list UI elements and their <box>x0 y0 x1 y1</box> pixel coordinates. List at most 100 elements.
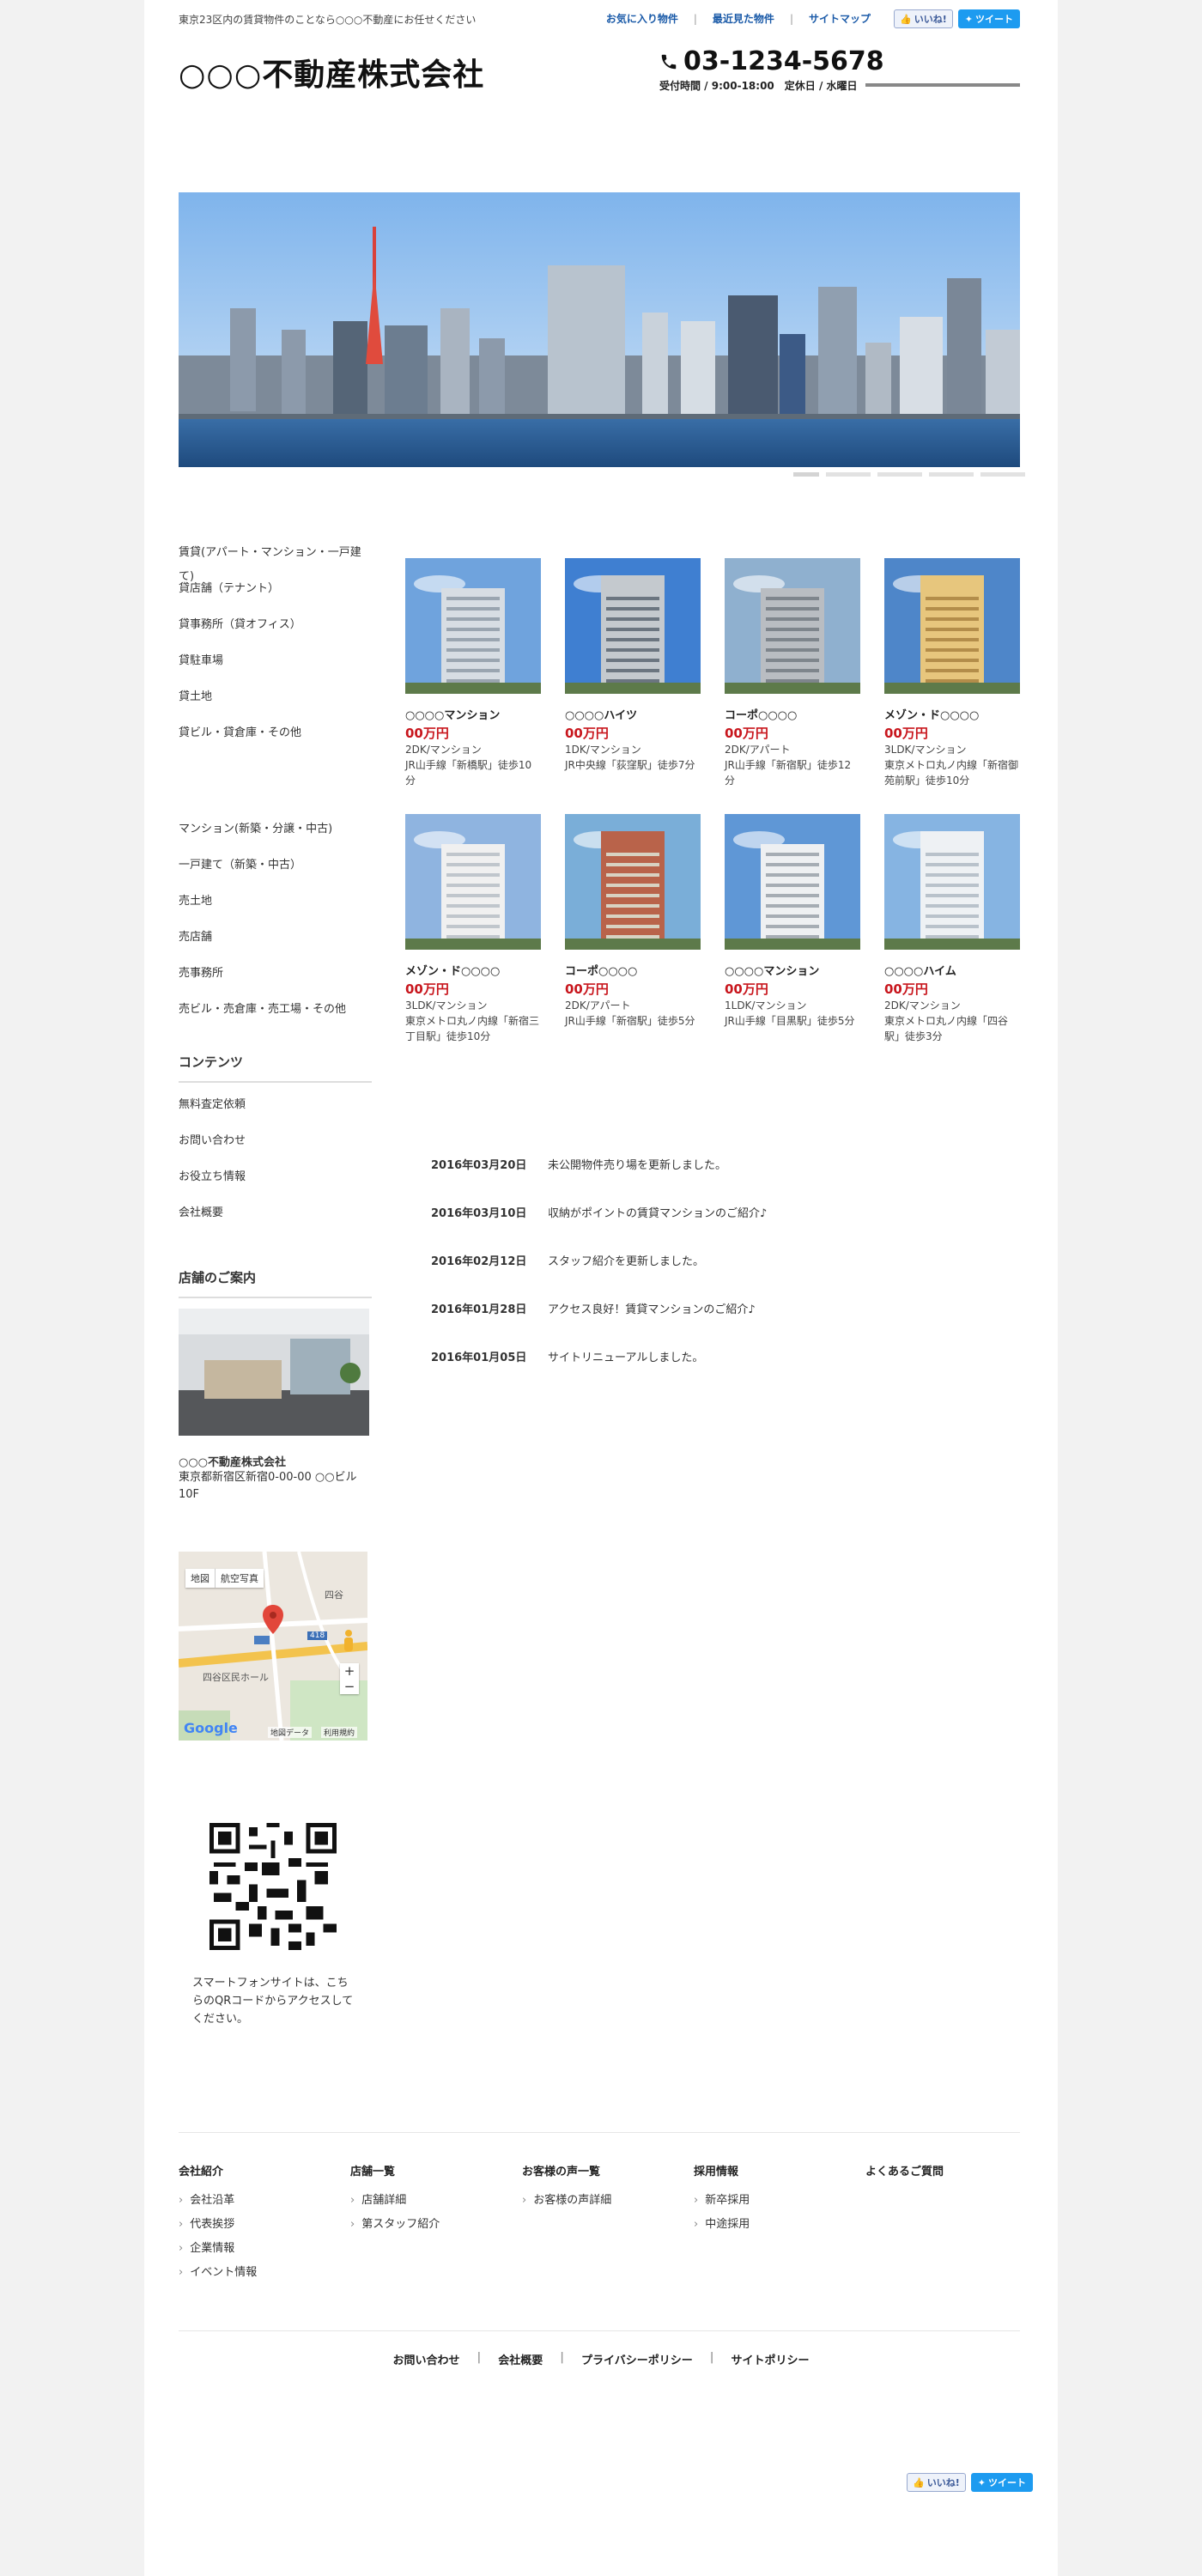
favorites-link[interactable]: お気に入り物件 <box>591 11 694 26</box>
site-logo[interactable]: ○○○不動産株式会社 <box>179 50 484 94</box>
business-hours: 受付時間 / 9:00-18:00 定休日 / 水曜日 <box>659 80 858 92</box>
sidebar-item-rent-land[interactable]: 貸土地 <box>179 685 372 721</box>
site-tagline: 東京23区内の賃貸物件のことなら○○○不動産にお任せください <box>179 14 477 26</box>
sidebar-item-tips[interactable]: お役立ち情報 <box>179 1165 372 1201</box>
property-image[interactable] <box>405 814 541 950</box>
property-image[interactable] <box>884 814 1020 950</box>
slider-dots <box>793 472 1025 477</box>
footer-link[interactable]: 中途採用 <box>694 2215 865 2239</box>
google-map[interactable]: 地図 航空写真 四谷 四谷区民ホール 418 + − Google 地図データ … <box>179 1552 367 1741</box>
map-tab-satellite[interactable]: 航空写真 <box>216 1569 264 1588</box>
sidebar-item-rent-parking[interactable]: 貸駐車場 <box>179 649 372 685</box>
slider-dot[interactable] <box>980 472 1025 477</box>
map-tab-map[interactable]: 地図 <box>185 1569 216 1588</box>
property-card[interactable]: ○○○○ハイム 00万円 2DK/マンション 東京メトロ丸ノ内線「四谷駅」徒歩3分 <box>884 814 1020 1044</box>
property-image[interactable] <box>565 558 701 694</box>
sidebar-item-sale-land[interactable]: 売土地 <box>179 890 372 926</box>
footer-link[interactable]: 第スタッフ紹介 <box>350 2215 522 2239</box>
sidebar-item-sale-mansion[interactable]: マンション(新築・分譲・中古) <box>179 817 372 854</box>
sidebar-item-appraisal[interactable]: 無料査定依頼 <box>179 1093 372 1129</box>
recent-link[interactable]: 最近見た物件 <box>697 11 790 26</box>
header-social: 👍 いいね! ✦ ツイート <box>894 9 1020 28</box>
sidebar-item-sale-store[interactable]: 売店舗 <box>179 926 372 962</box>
map-label-hall: 四谷区民ホール <box>203 1672 269 1683</box>
sidebar-item-sale-office[interactable]: 売事務所 <box>179 962 372 998</box>
property-price: 00万円 <box>405 726 449 741</box>
property-card[interactable]: コーポ○○○○ 00万円 2DK/アパート JR山手線「新宿駅」徒歩5分 <box>565 814 701 1044</box>
property-image[interactable] <box>405 558 541 694</box>
footer-heading[interactable]: お客様の声一覧 <box>522 2162 694 2178</box>
sidebar-item-rent-residence[interactable]: 賃貸(アパート・マンション・一戸建て) <box>179 541 372 583</box>
sidebar-item-sale-house[interactable]: 一戸建て（新築・中古） <box>179 854 372 890</box>
slider-dot[interactable] <box>877 472 922 477</box>
footer-link[interactable]: 企業情報 <box>179 2239 350 2263</box>
tweet-button[interactable]: ✦ ツイート <box>970 2473 1033 2492</box>
sidebar-item-rent-other[interactable]: 貸ビル・貸倉庫・その他 <box>179 721 372 757</box>
map-label-yotsuya: 四谷 <box>325 1589 343 1601</box>
news-item[interactable]: 2016年03月10日 収納がポイントの賃貸マンションのご紹介♪ <box>431 1204 946 1252</box>
sidebar-item-company[interactable]: 会社概要 <box>179 1201 372 1237</box>
property-image[interactable] <box>725 814 860 950</box>
property-image[interactable] <box>725 558 860 694</box>
property-image[interactable] <box>884 558 1020 694</box>
footer-heading[interactable]: 会社紹介 <box>179 2162 350 2178</box>
footer-heading[interactable]: よくあるご質問 <box>865 2162 1037 2178</box>
sidebar-item-rent-office[interactable]: 貸事務所（貸オフィス） <box>179 613 372 649</box>
footer-column-faq: よくあるご質問 <box>865 2162 1037 2287</box>
map-data-label[interactable]: 地図データ <box>268 1727 313 1738</box>
footer-link[interactable]: 会社沿革 <box>179 2190 350 2215</box>
news-item[interactable]: 2016年03月20日 未公開物件売り場を更新しました。 <box>431 1156 946 1204</box>
facebook-like-button[interactable]: 👍 いいね! <box>894 9 953 28</box>
map-terms-link[interactable]: 利用規約 <box>321 1727 358 1738</box>
phone-number[interactable]: 03-1234-5678 <box>659 46 884 76</box>
hero-banner[interactable] <box>179 192 1020 467</box>
footer-link[interactable]: お客様の声詳細 <box>522 2190 694 2215</box>
property-name: ○○○○マンション <box>725 965 820 978</box>
property-name: コーポ○○○○ <box>565 965 638 978</box>
footer-link-sitepolicy[interactable]: サイトポリシー <box>714 2351 827 2367</box>
sidebar-item-rent-store[interactable]: 貸店舗（テナント） <box>179 577 372 613</box>
footer-columns: 会社紹介 会社沿革 代表挨拶 企業情報 イベント情報 店舗一覧 店舗詳細 第スタ… <box>179 2162 1020 2287</box>
slider-dot[interactable] <box>793 472 819 477</box>
footer-link[interactable]: 店舗詳細 <box>350 2190 522 2215</box>
news-item[interactable]: 2016年02月12日 スタッフ紹介を更新しました。 <box>431 1252 946 1300</box>
footer-link[interactable]: 新卒採用 <box>694 2190 865 2215</box>
property-description: 2DK/アパート JR山手線「新宿駅」徒歩5分 <box>565 999 695 1027</box>
qr-code-image <box>209 1823 337 1950</box>
sidebar-item-sale-other[interactable]: 売ビル・売倉庫・売工場・その他 <box>179 998 372 1034</box>
property-card[interactable]: メゾン・ド○○○○ 00万円 3LDK/マンション 東京メトロ丸ノ内線「新宿三丁目駅… <box>405 814 541 1044</box>
footer-heading[interactable]: 店舗一覧 <box>350 2162 522 2178</box>
footer-column-voices: お客様の声一覧 お客様の声詳細 <box>522 2162 694 2287</box>
property-image[interactable] <box>565 814 701 950</box>
street-view-icon[interactable] <box>342 1629 355 1653</box>
property-description: 3LDK/マンション 東京メトロ丸ノ内線「新宿御苑前駅」徒歩10分 <box>884 744 1019 787</box>
property-card[interactable]: ○○○○ハイツ 00万円 1DK/マンション JR中央線「荻窪駅」徒歩7分 <box>565 558 701 788</box>
footer-link[interactable]: 代表挨拶 <box>179 2215 350 2239</box>
property-card[interactable]: メゾン・ド○○○○ 00万円 3LDK/マンション 東京メトロ丸ノ内線「新宿御苑前駅… <box>884 558 1020 788</box>
property-card[interactable]: コーポ○○○○ 00万円 2DK/アパート JR山手線「新宿駅」徒歩12分 <box>725 558 860 788</box>
thumbs-up-icon: 👍 <box>900 13 912 25</box>
footer-link-privacy[interactable]: プライバシーポリシー <box>564 2351 710 2367</box>
slider-dot[interactable] <box>826 472 871 477</box>
property-name: メゾン・ド○○○○ <box>405 965 501 978</box>
footer-link-company[interactable]: 会社概要 <box>481 2351 560 2367</box>
google-logo: Google <box>184 1720 238 1736</box>
qr-section: スマートフォンサイトは、こちらのQRコードからアクセスしてください。 <box>179 1823 372 2028</box>
slider-dot[interactable] <box>929 472 974 477</box>
news-item[interactable]: 2016年01月05日 サイトリニューアルしました。 <box>431 1348 946 1396</box>
property-card[interactable]: ○○○○マンション 00万円 1LDK/マンション JR山手線「目黒駅」徒歩5分 <box>725 814 860 1044</box>
qr-caption: スマートフォンサイトは、こちらのQRコードからアクセスしてください。 <box>192 1977 354 2026</box>
property-card[interactable]: ○○○○マンション 00万円 2DK/マンション JR山手線「新橋駅」徒歩10分 <box>405 558 541 788</box>
facebook-like-button[interactable]: 👍 いいね! <box>907 2473 966 2492</box>
zoom-in-icon[interactable]: + <box>340 1663 359 1679</box>
tweet-button[interactable]: ✦ ツイート <box>957 9 1020 28</box>
news-item[interactable]: 2016年01月28日 アクセス良好！賃貸マンションのご紹介♪ <box>431 1300 946 1348</box>
footer-link-contact[interactable]: お問い合わせ <box>375 2351 477 2367</box>
footer-link[interactable]: イベント情報 <box>179 2263 350 2287</box>
footer-heading[interactable]: 採用情報 <box>694 2162 865 2178</box>
sitemap-link[interactable]: サイトマップ <box>793 11 886 26</box>
sidebar-item-contact[interactable]: お問い合わせ <box>179 1129 372 1165</box>
map-pin-icon[interactable] <box>263 1605 283 1634</box>
property-price: 00万円 <box>565 726 609 741</box>
zoom-out-icon[interactable]: − <box>340 1679 359 1694</box>
